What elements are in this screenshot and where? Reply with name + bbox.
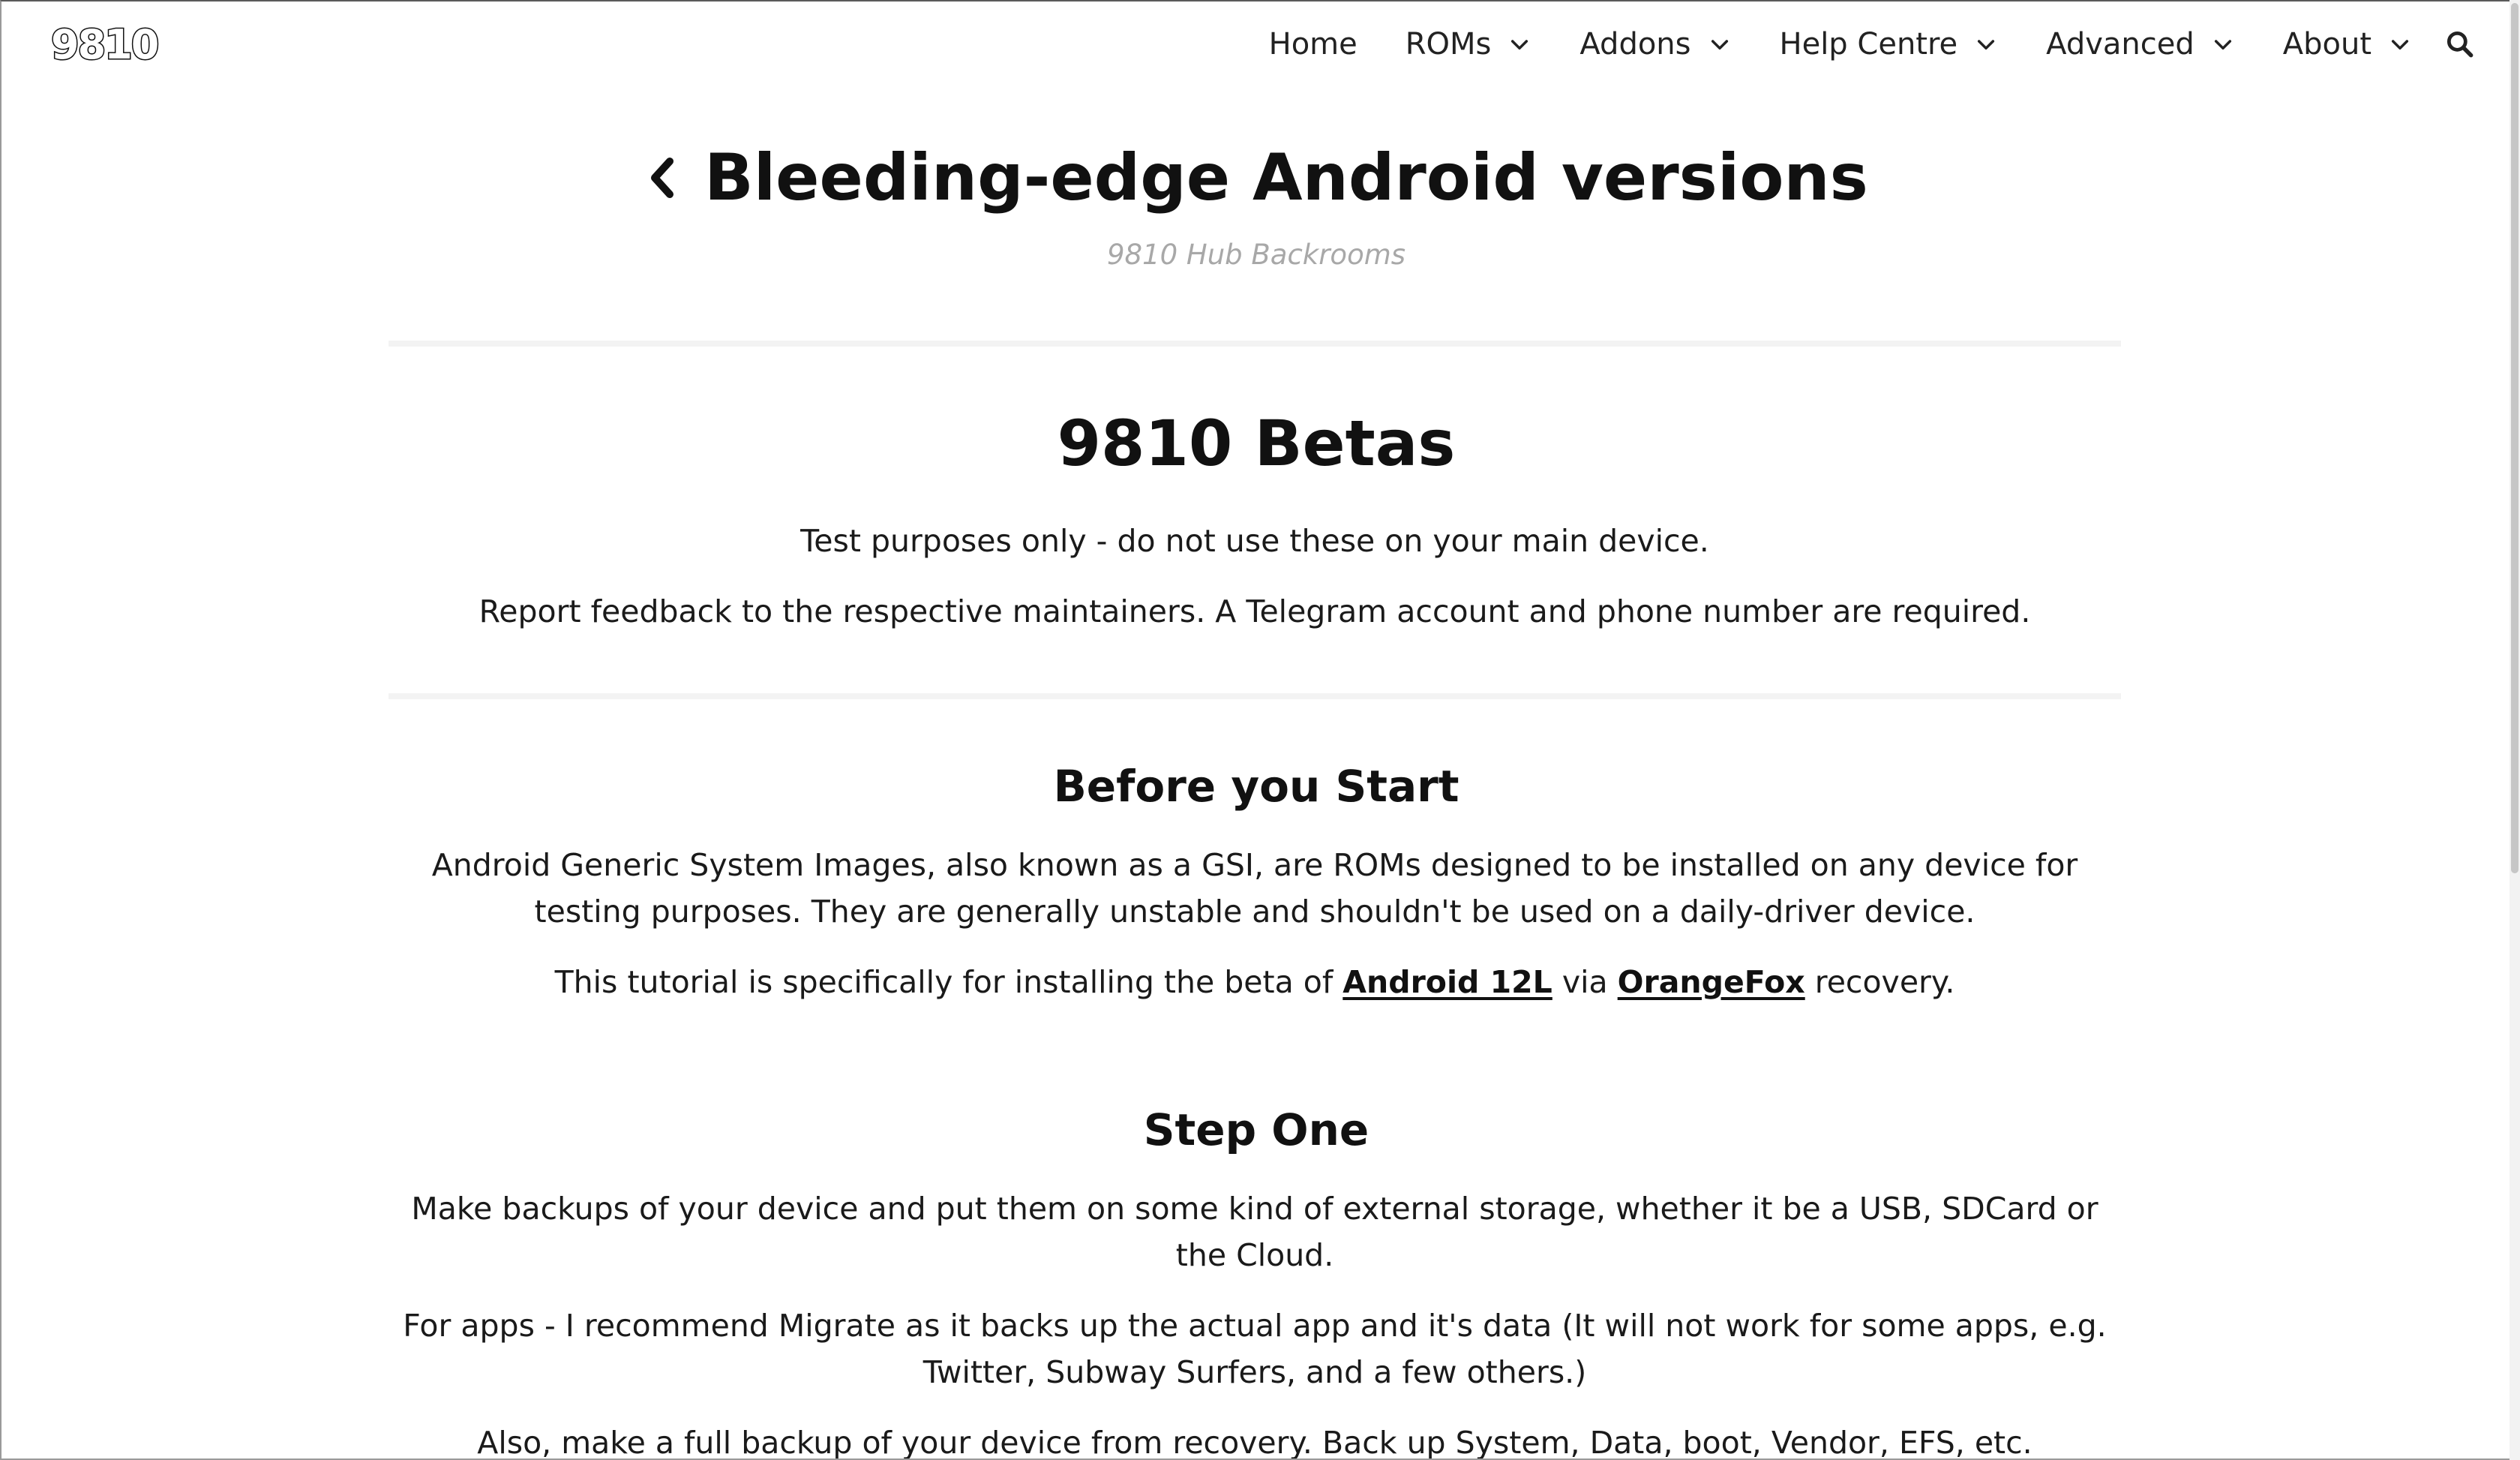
nav-item-addons[interactable]: Addons xyxy=(1580,27,1731,62)
android-12l-link[interactable]: Android 12L xyxy=(1342,964,1552,1000)
nav-label: Home xyxy=(1268,27,1358,62)
nav-label: Advanced xyxy=(2046,27,2194,62)
chevron-left-icon[interactable] xyxy=(644,154,679,202)
step-one-paragraph-3: Also, make a full backup of your device … xyxy=(477,1425,2032,1460)
nav-label: ROMs xyxy=(1405,27,1492,62)
chevron-down-icon[interactable] xyxy=(1974,32,1998,56)
betas-paragraph-1: Test purposes only - do not use these on… xyxy=(800,523,1709,559)
section-heading-step-one: Step One xyxy=(1143,1104,1370,1155)
section-heading-before-you-start: Before you Start xyxy=(1053,761,1460,812)
before-text-3: recovery. xyxy=(1804,964,1955,1000)
before-paragraph-2: This tutorial is specifically for instal… xyxy=(388,959,2121,1005)
scrollbar[interactable] xyxy=(2510,0,2520,1460)
scrollbar-thumb[interactable] xyxy=(2511,3,2518,873)
page-title-row: Bleeding-edge Android versions xyxy=(2,137,2510,219)
nav-label: Addons xyxy=(1580,27,1691,62)
search-icon[interactable] xyxy=(2444,28,2476,61)
browser-viewport: 9810 Home ROMs Addons Help Centre Advanc… xyxy=(0,0,2510,1460)
page-subtitle: 9810 Hub Backrooms xyxy=(1106,239,1406,271)
nav-label: About xyxy=(2282,27,2372,62)
nav-item-help-centre[interactable]: Help Centre xyxy=(1780,27,1999,62)
before-text-2: via xyxy=(1552,964,1618,1000)
section-heading-betas: 9810 Betas xyxy=(1057,407,1456,480)
before-paragraph-1: Android Generic System Images, also know… xyxy=(431,847,2078,930)
orangefox-link[interactable]: OrangeFox xyxy=(1618,964,1805,1000)
step-one-paragraph-1: Make backups of your device and put them… xyxy=(411,1191,2098,1273)
nav-item-home[interactable]: Home xyxy=(1269,27,1358,62)
page-title: Bleeding-edge Android versions xyxy=(704,140,1868,215)
nav-label: Help Centre xyxy=(1779,27,1958,62)
logo-text: 9810 xyxy=(50,20,160,69)
chevron-down-icon[interactable] xyxy=(2211,32,2235,56)
chevron-down-icon[interactable] xyxy=(2388,32,2412,56)
step-one-paragraph-2: For apps - I recommend Migrate as it bac… xyxy=(403,1308,2107,1390)
nav-item-roms[interactable]: ROMs xyxy=(1406,27,1532,62)
before-text-1: This tutorial is specifically for instal… xyxy=(554,964,1343,1000)
section-divider xyxy=(388,341,2121,347)
top-nav: Home ROMs Addons Help Centre Advanced Ab… xyxy=(1221,18,2476,71)
nav-item-advanced[interactable]: Advanced xyxy=(2046,27,2235,62)
site-logo[interactable]: 9810 xyxy=(50,18,160,71)
chevron-down-icon[interactable] xyxy=(1708,32,1732,56)
betas-paragraph-2: Report feedback to the respective mainta… xyxy=(478,593,2031,629)
section-divider xyxy=(388,693,2121,699)
chevron-down-icon[interactable] xyxy=(1508,32,1532,56)
nav-item-about[interactable]: About xyxy=(2283,27,2412,62)
